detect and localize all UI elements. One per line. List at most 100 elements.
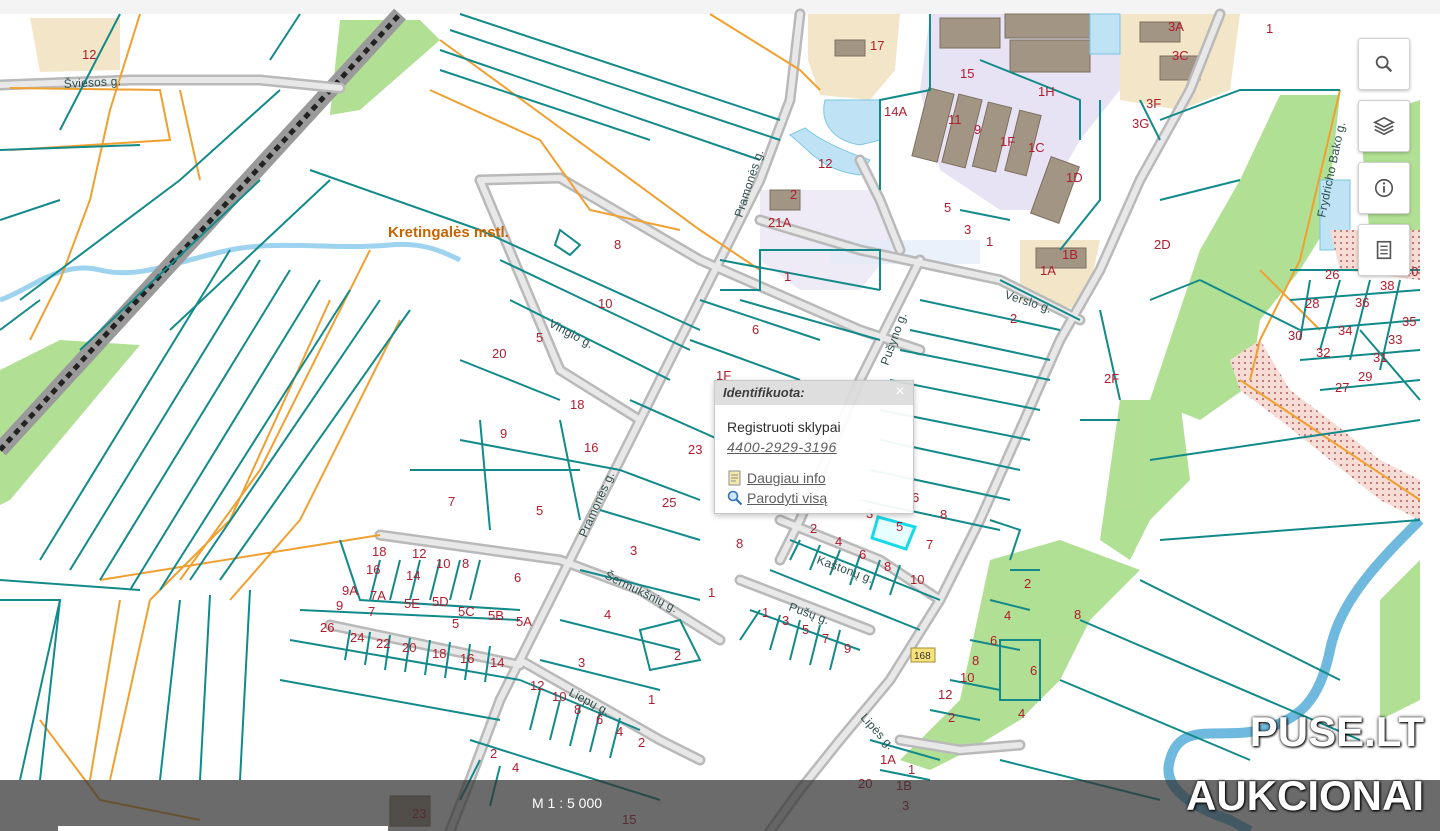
svg-text:2: 2 <box>790 187 797 202</box>
svg-text:7: 7 <box>368 604 375 619</box>
svg-text:2: 2 <box>674 648 681 663</box>
svg-text:18: 18 <box>570 397 584 412</box>
svg-text:2: 2 <box>490 746 497 761</box>
svg-text:1: 1 <box>908 762 915 777</box>
svg-text:14: 14 <box>490 655 504 670</box>
svg-text:1: 1 <box>648 692 655 707</box>
svg-text:8: 8 <box>736 536 743 551</box>
svg-text:16: 16 <box>366 562 380 577</box>
svg-text:38: 38 <box>1380 278 1394 293</box>
layers-button[interactable] <box>1358 100 1410 152</box>
svg-text:7A: 7A <box>370 588 386 603</box>
svg-text:8: 8 <box>1074 607 1081 622</box>
svg-text:8: 8 <box>940 507 947 522</box>
svg-text:5: 5 <box>536 330 543 345</box>
svg-text:9A: 9A <box>342 583 358 598</box>
svg-text:10: 10 <box>910 572 924 587</box>
svg-text:9: 9 <box>844 641 851 656</box>
svg-text:28: 28 <box>1305 296 1319 311</box>
svg-text:3G: 3G <box>1132 116 1149 131</box>
svg-text:9: 9 <box>336 598 343 613</box>
svg-text:12: 12 <box>530 678 544 693</box>
svg-text:7: 7 <box>448 494 455 509</box>
svg-text:2F: 2F <box>1104 371 1119 386</box>
close-icon[interactable]: × <box>891 383 909 401</box>
svg-text:6: 6 <box>514 570 521 585</box>
svg-text:6: 6 <box>859 547 866 562</box>
svg-text:11: 11 <box>948 112 962 127</box>
svg-text:35: 35 <box>1402 314 1416 329</box>
parcel-code-link[interactable]: 4400-2929-3196 <box>727 439 837 455</box>
svg-text:5: 5 <box>896 519 903 534</box>
svg-text:4: 4 <box>1004 608 1011 623</box>
svg-text:2: 2 <box>810 521 817 536</box>
info-icon <box>1374 178 1394 198</box>
svg-text:1H: 1H <box>1038 84 1055 99</box>
svg-text:7: 7 <box>926 537 933 552</box>
search-icon <box>1375 55 1393 73</box>
svg-text:16: 16 <box>584 440 598 455</box>
scale-indicator <box>58 826 388 831</box>
svg-text:1: 1 <box>986 234 993 249</box>
legend-button[interactable] <box>1358 224 1410 276</box>
show-all-link[interactable]: Parodyti visą <box>727 490 827 506</box>
document-icon <box>728 470 741 486</box>
svg-text:8: 8 <box>574 702 581 717</box>
svg-text:1C: 1C <box>1028 140 1045 155</box>
svg-text:8: 8 <box>614 237 621 252</box>
svg-text:9: 9 <box>500 426 507 441</box>
svg-text:5B: 5B <box>488 608 504 623</box>
svg-text:2: 2 <box>638 735 645 750</box>
svg-text:1B: 1B <box>1062 247 1078 262</box>
svg-text:2: 2 <box>1024 576 1031 591</box>
svg-text:16: 16 <box>460 651 474 666</box>
more-info-link[interactable]: Daugiau info <box>727 470 826 486</box>
svg-text:7: 7 <box>822 631 829 646</box>
svg-text:2: 2 <box>1010 311 1017 326</box>
svg-text:24: 24 <box>350 630 364 645</box>
svg-text:18: 18 <box>432 646 446 661</box>
layers-icon <box>1373 116 1395 136</box>
svg-text:3: 3 <box>578 655 585 670</box>
svg-text:6: 6 <box>990 633 997 648</box>
info-button[interactable] <box>1358 162 1410 214</box>
watermark-line-2: AUKCIONAI <box>1186 772 1424 819</box>
svg-text:1F: 1F <box>1000 134 1015 149</box>
svg-text:26: 26 <box>320 620 334 635</box>
svg-text:8: 8 <box>462 556 469 571</box>
svg-text:1A: 1A <box>880 752 896 767</box>
popup-header: Identifikuota: × <box>715 381 913 405</box>
svg-text:4: 4 <box>616 724 623 739</box>
svg-text:6: 6 <box>752 322 759 337</box>
svg-text:3: 3 <box>782 613 789 628</box>
svg-text:14A: 14A <box>884 104 907 119</box>
svg-text:14: 14 <box>406 568 420 583</box>
svg-text:168: 168 <box>914 651 931 662</box>
search-button[interactable] <box>1358 38 1410 90</box>
popup-layer-name: Registruoti sklypai <box>727 419 841 435</box>
svg-text:4: 4 <box>512 760 519 775</box>
svg-text:1: 1 <box>762 605 769 620</box>
svg-text:3A: 3A <box>1168 19 1184 34</box>
street-label-sviesos: Šviesos g. <box>63 73 121 91</box>
svg-text:10: 10 <box>598 296 612 311</box>
svg-text:2: 2 <box>948 710 955 725</box>
watermark-line-1: PUSE.LT <box>1249 708 1424 755</box>
svg-text:30: 30 <box>1288 328 1302 343</box>
svg-text:17: 17 <box>870 38 884 53</box>
magnifier-icon <box>727 490 743 506</box>
svg-text:20: 20 <box>492 346 506 361</box>
show-all-label: Parodyti visą <box>747 490 828 506</box>
identify-popup: Identifikuota: × Registruoti sklypai 440… <box>714 380 914 514</box>
svg-text:4: 4 <box>835 534 842 549</box>
svg-text:3: 3 <box>630 543 637 558</box>
svg-text:12: 12 <box>82 47 96 62</box>
svg-text:8: 8 <box>884 559 891 574</box>
svg-text:9: 9 <box>974 122 981 137</box>
svg-text:32: 32 <box>1316 345 1330 360</box>
popup-title: Identifikuota: <box>723 385 805 400</box>
svg-text:6: 6 <box>1030 663 1037 678</box>
svg-text:1A: 1A <box>1040 263 1056 278</box>
svg-text:2D: 2D <box>1154 237 1171 252</box>
svg-text:20: 20 <box>402 640 416 655</box>
